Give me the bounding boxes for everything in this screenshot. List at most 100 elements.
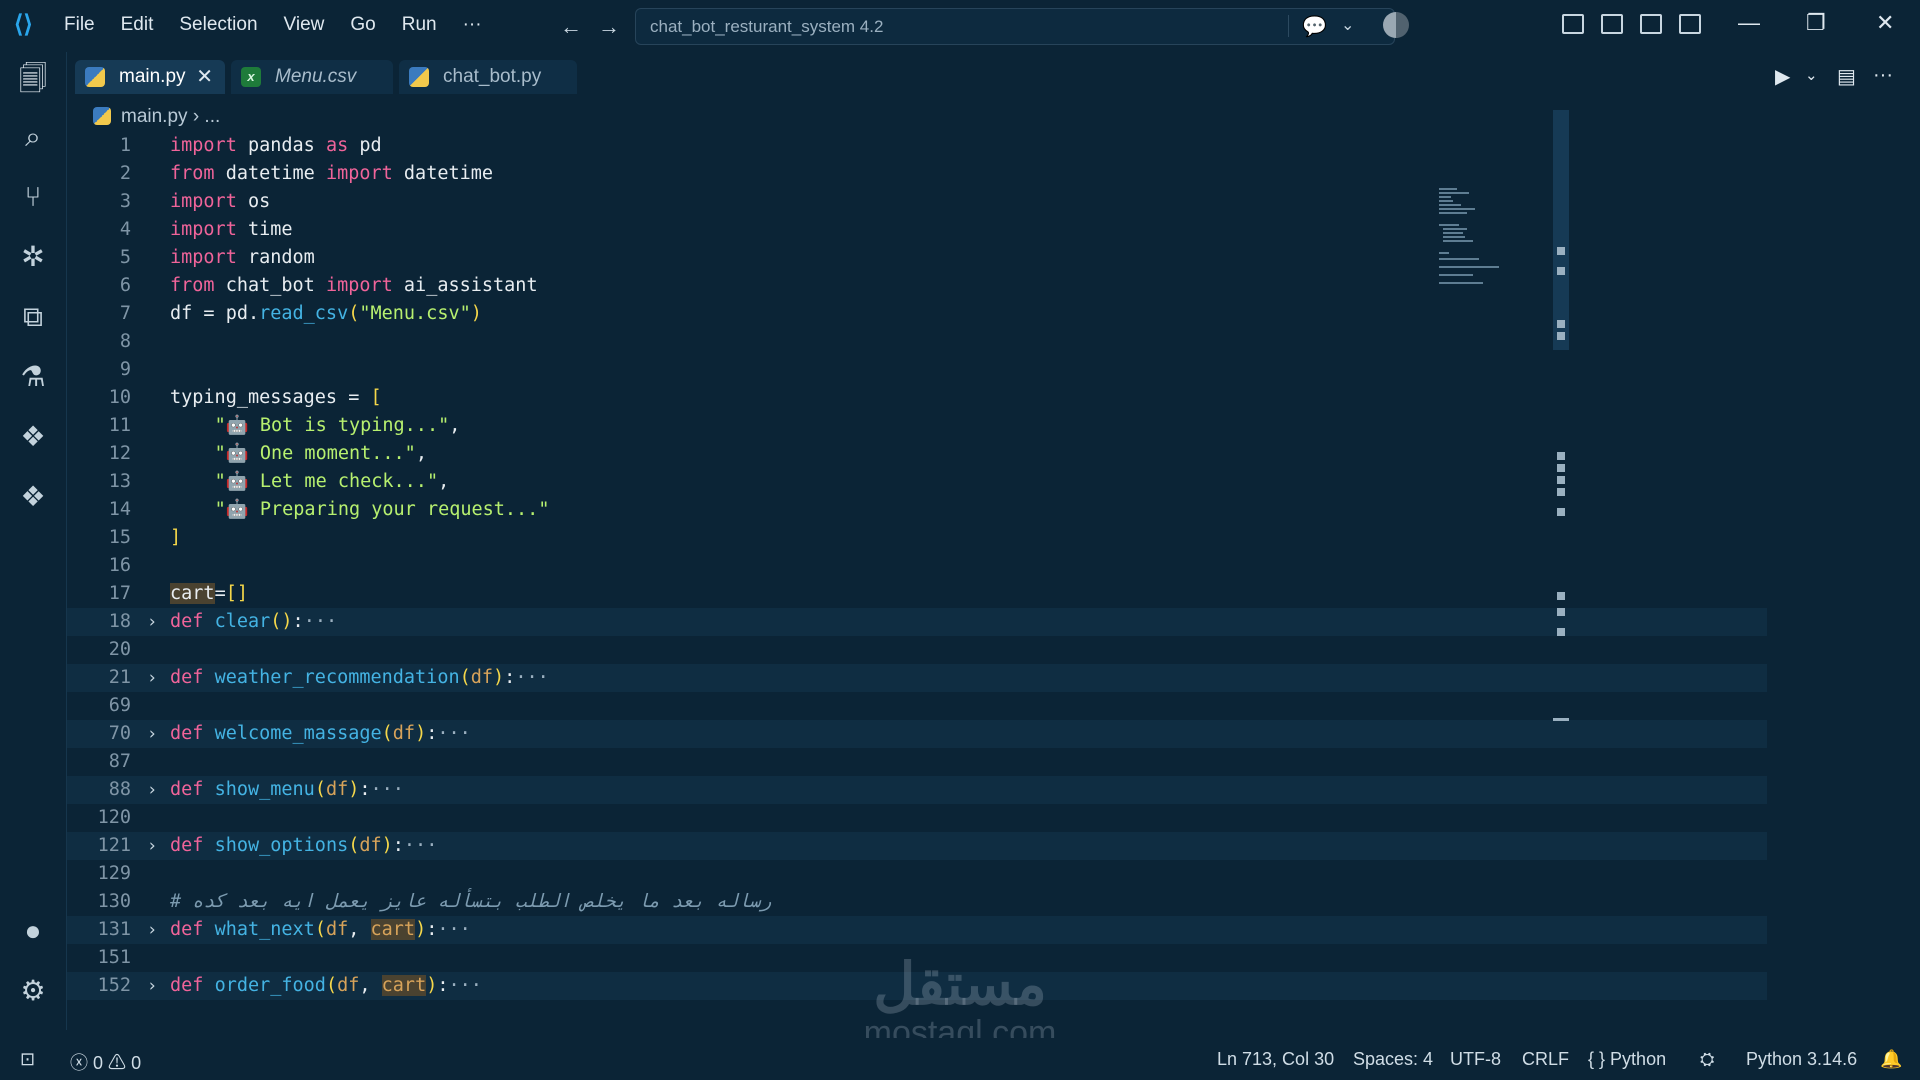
close-window-icon[interactable]: ✕ [1876,10,1894,36]
fold-chevron-icon[interactable]: › [147,916,157,944]
breadcrumb[interactable]: main.py › ... [93,106,220,128]
chevron-down-icon[interactable]: ⌄ [1341,15,1354,35]
command-center-search[interactable]: chat_bot_resturant_system 4.2 💬 ⌄ [635,8,1395,45]
line-number: 88 [108,779,131,800]
remote-window-icon[interactable]: ⊡ [20,1049,35,1070]
minimap[interactable] [1439,108,1549,308]
toggle-secondary-sidebar-icon[interactable] [1679,14,1701,34]
breadcrumb-rest[interactable]: ... [204,106,220,127]
python-environments-icon[interactable]: ❖ [16,480,50,514]
explorer-icon[interactable]: 🗐 [16,62,50,96]
scroll-marker [1557,476,1565,484]
code-line-folded[interactable]: 70 › def welcome_massage(df):··· [67,720,1767,748]
line-number: 131 [97,919,131,940]
line-number: 120 [97,807,131,828]
code-line-folded[interactable]: 88 › def show_menu(df):··· [67,776,1767,804]
python-icon[interactable]: ❖ [16,420,50,454]
copilot-status-icon[interactable]: ⛭ [1700,1049,1714,1070]
chat-sparkle-icon[interactable]: 💬 [1302,14,1328,38]
code-line[interactable]: 20 [67,636,1767,664]
code-line-folded[interactable]: 131 › def what_next(df, cart):··· [67,916,1767,944]
menu-edit[interactable]: Edit [121,14,154,36]
code-line-folded[interactable]: 18 › def clear():··· [67,608,1767,636]
search-text: chat_bot_resturant_system 4.2 [650,17,884,36]
line-number: 18 [108,611,131,632]
fold-chevron-icon[interactable]: › [147,776,157,804]
file-encoding[interactable]: UTF-8 [1450,1049,1501,1070]
settings-gear-icon[interactable]: ⚙ [16,974,50,1008]
problems-indicator[interactable]: ⓧ 0 ⚠ 0 [70,1049,141,1075]
line-number: 121 [97,835,131,856]
line-number: 5 [119,247,131,268]
code-text: import time [170,219,293,240]
tab-menu-csv[interactable]: x Menu.csv [231,60,393,94]
code-line[interactable]: 129 [67,860,1767,888]
toggle-primary-sidebar-icon[interactable] [1601,14,1623,34]
run-dropdown-chevron-icon[interactable]: ⌄ [1805,66,1818,84]
code-line[interactable]: 11 "🤖 Bot is typing...", [67,412,1767,440]
code-line[interactable]: 10 typing_messages = [ [67,384,1767,412]
end-of-line[interactable]: CRLF [1522,1049,1569,1070]
tab-main-py[interactable]: P main.py ✕ [75,60,225,94]
close-tab-icon[interactable]: ✕ [196,60,213,94]
source-control-icon[interactable]: ⑂ [16,180,50,214]
indentation-setting[interactable]: Spaces: 4 [1353,1049,1433,1070]
warning-icon: ⚠ [108,1053,127,1073]
code-text: import random [170,247,315,268]
split-editor-icon[interactable]: ▤ [1837,64,1856,89]
line-number: 7 [119,303,131,324]
fold-chevron-icon[interactable]: › [147,972,157,1000]
search-icon[interactable]: ⌕ [16,120,50,154]
code-line[interactable]: 12 "🤖 One moment...", [67,440,1767,468]
fold-chevron-icon[interactable]: › [147,832,157,860]
code-line-folded[interactable]: 21 › def weather_recommendation(df):··· [67,664,1767,692]
code-line[interactable]: 130 # رساله بعد ما يخلص الطلب بتسأله عاي… [67,888,1767,916]
copilot-icon[interactable] [1383,12,1409,38]
account-icon[interactable]: ● [16,914,50,948]
toggle-panel-icon[interactable] [1640,14,1662,34]
cursor-position[interactable]: Ln 713, Col 30 [1217,1049,1334,1070]
restore-icon[interactable]: ❐ [1806,10,1826,36]
menu-selection[interactable]: Selection [179,14,257,36]
code-line[interactable]: 14 "🤖 Preparing your request..." [67,496,1767,524]
python-interpreter[interactable]: Python 3.14.6 [1746,1049,1857,1070]
line-number: 130 [97,891,131,912]
code-line[interactable]: 8 [67,328,1767,356]
fold-chevron-icon[interactable]: › [147,664,157,692]
code-line[interactable]: 15 ] [67,524,1767,552]
code-text: def weather_recommendation(df):··· [170,667,549,688]
scroll-cursor-marker [1553,718,1569,721]
tab-chat-bot-py[interactable]: P chat_bot.py [399,60,577,94]
vertical-scrollbar-thumb[interactable] [1553,110,1569,350]
minimize-icon[interactable]: — [1738,10,1760,36]
notifications-bell-icon[interactable]: 🔔 [1880,1049,1902,1070]
fold-chevron-icon[interactable]: › [147,720,157,748]
python-file-icon: P [409,67,429,87]
language-mode[interactable]: { } Python [1588,1049,1666,1070]
code-line[interactable]: 13 "🤖 Let me check...", [67,468,1767,496]
run-file-icon[interactable]: ▶ [1775,64,1790,89]
more-actions-icon[interactable]: ··· [1873,64,1893,87]
breadcrumb-file[interactable]: main.py [121,106,188,127]
menu-file[interactable]: File [64,14,95,36]
menu-view[interactable]: View [284,14,325,36]
title-bar: ⟨⟩ File Edit Selection View Go Run ··· ←… [0,0,1920,52]
menu-run[interactable]: Run [402,14,437,36]
code-line[interactable]: 69 [67,692,1767,720]
menu-more[interactable]: ··· [463,14,482,36]
back-arrow-icon[interactable]: ← [560,14,582,40]
code-line[interactable]: 9 [67,356,1767,384]
code-line[interactable]: 120 [67,804,1767,832]
run-debug-icon[interactable]: ✲ [16,240,50,274]
line-number: 8 [119,331,131,352]
extensions-icon[interactable]: ⧉ [16,300,50,334]
code-line[interactable]: 17 cart=[] [67,580,1767,608]
menu-go[interactable]: Go [350,14,375,36]
code-line[interactable]: 16 [67,552,1767,580]
forward-arrow-icon[interactable]: → [598,14,620,40]
code-line[interactable]: 87 [67,748,1767,776]
testing-icon[interactable]: ⚗ [16,360,50,394]
fold-chevron-icon[interactable]: › [147,608,157,636]
customize-layout-icon[interactable] [1562,14,1584,34]
code-line-folded[interactable]: 121 › def show_options(df):··· [67,832,1767,860]
